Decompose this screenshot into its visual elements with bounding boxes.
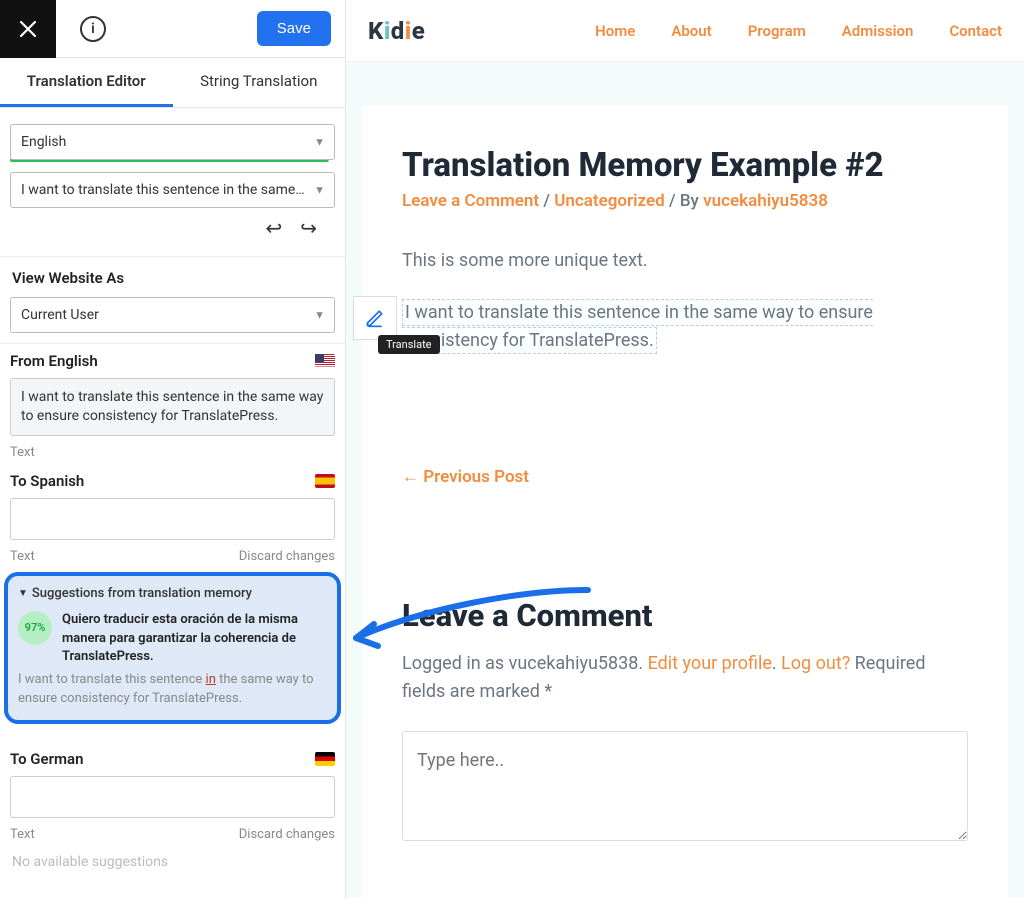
close-button[interactable] [0,0,56,58]
preview-pane: Kidie Home About Program Admission Conta… [346,0,1024,898]
leave-comment-link[interactable]: Leave a Comment [402,191,539,211]
memory-source: I want to translate this sentence in the… [18,671,327,707]
logout-link[interactable]: Log out? [781,653,850,674]
author-link[interactable]: vucekahiyu5838 [703,191,828,211]
comment-textarea[interactable] [402,731,968,841]
string-select[interactable]: I want to translate this sentence in the… [10,172,335,208]
paragraph-1: This is some more unique text. [402,247,968,275]
comment-heading: Leave a Comment [402,597,968,634]
translate-handle[interactable]: Translate [353,296,397,340]
spanish-discard[interactable]: Discard changes [239,549,335,564]
source-sublabel: Text [10,445,35,460]
nav-home[interactable]: Home [595,22,635,40]
language-select[interactable]: English [10,124,335,160]
memory-suggestion[interactable]: 97% Quiero traducir esta oración de la m… [18,611,327,708]
edit-profile-link[interactable]: Edit your profile [648,653,772,674]
flag-es-icon [315,474,335,488]
highlighted-sentence[interactable]: I want to translate this sentence in the… [402,299,873,354]
nav-program[interactable]: Program [748,22,806,40]
site-nav: Home About Program Admission Contact [595,22,1002,40]
tabs: Translation Editor String Translation [0,58,345,108]
memory-title[interactable]: ▼Suggestions from translation memory [18,586,327,601]
info-icon[interactable]: i [80,16,106,42]
topbar: i Save [0,0,345,58]
site-logo[interactable]: Kidie [368,17,425,45]
translation-memory-panel: ▼Suggestions from translation memory 97%… [4,572,341,724]
german-sublabel: Text [10,827,35,842]
save-button[interactable]: Save [257,11,331,46]
nav-admission[interactable]: Admission [842,22,914,40]
match-percent: 97% [18,611,52,645]
from-label: From English [10,352,98,370]
spanish-sublabel: Text [10,549,35,564]
category-link[interactable]: Uncategorized [554,191,665,211]
nav-contact[interactable]: Contact [949,22,1002,40]
source-text: I want to translate this sentence in the… [10,378,335,436]
flag-de-icon [315,752,335,766]
close-icon [19,20,37,38]
german-discard[interactable]: Discard changes [239,827,335,842]
flag-us-icon [315,354,335,368]
memory-translation: Quiero traducir esta oración de la misma… [62,611,327,668]
post-title: Translation Memory Example #2 [402,146,968,185]
post-meta: Leave a Comment / Uncategorized / By vuc… [402,191,968,211]
pencil-icon [365,308,385,328]
german-input[interactable] [10,776,335,818]
prev-string-button[interactable]: ↩ [265,216,282,240]
tab-translation-editor[interactable]: Translation Editor [0,58,173,107]
comment-meta: Logged in as vucekahiyu5838. Edit your p… [402,650,968,708]
view-as-select[interactable]: Current User [10,297,335,333]
nav-about[interactable]: About [671,22,711,40]
next-string-button[interactable]: ↪ [300,216,317,240]
to-german-label: To German [10,750,83,768]
no-suggestions: No available suggestions [10,852,335,878]
previous-post-link[interactable]: ← Previous Post [402,467,529,487]
site-header: Kidie Home About Program Admission Conta… [346,0,1024,62]
translate-tooltip: Translate [378,335,440,354]
to-spanish-label: To Spanish [10,472,84,490]
spanish-input[interactable] [10,498,335,540]
view-as-label: View Website As [10,267,335,297]
tab-string-translation[interactable]: String Translation [173,58,346,107]
